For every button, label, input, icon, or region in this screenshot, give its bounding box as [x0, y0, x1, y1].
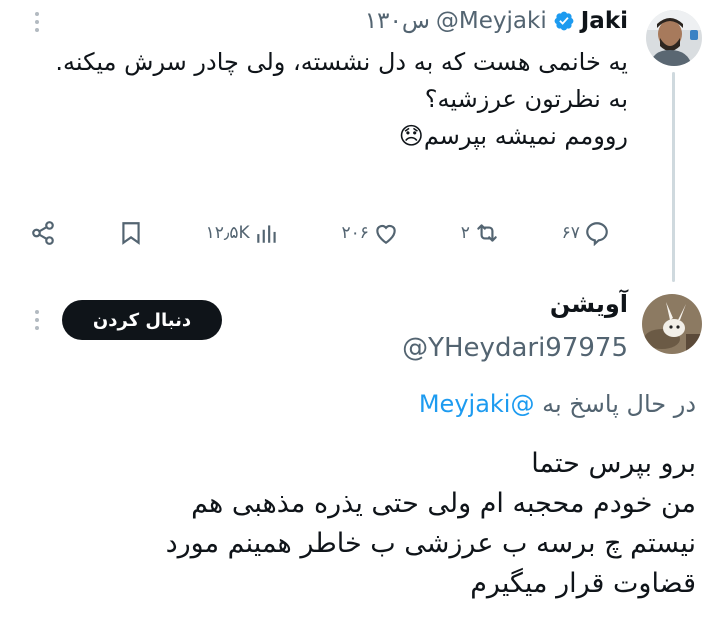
verified-badge-icon — [554, 11, 574, 31]
replying-to-line: در حال پاسخ به @Meyjaki — [419, 390, 696, 418]
retweet-button[interactable]: ۲ — [461, 220, 500, 246]
replying-to-prefix: در حال پاسخ به — [542, 390, 696, 418]
reply-author-avatar[interactable] — [642, 294, 702, 354]
share-icon — [32, 221, 54, 245]
reply-button[interactable]: ۶۷ — [562, 220, 610, 246]
reply-more-button[interactable] — [35, 310, 39, 330]
tweet-author-name[interactable]: Jaki — [581, 8, 628, 34]
tweet-time[interactable]: ۱۳۰س — [365, 8, 430, 34]
tweet-text: یه خانمی هست که به دل نشسته، ولی چادر سر… — [55, 48, 628, 150]
heart-icon — [376, 224, 396, 245]
thread-connector — [672, 72, 675, 282]
reply-author-handle[interactable]: @YHeydari97975 — [402, 333, 628, 363]
bookmark-icon — [122, 222, 140, 245]
tweet-actions: ۱۲٫۵K ۲۰۶ ۲ ۶۷ — [30, 220, 610, 246]
follow-button[interactable]: دنبال کردن — [62, 300, 222, 340]
like-button[interactable]: ۲۰۶ — [342, 220, 399, 246]
analytics-icon — [256, 225, 276, 243]
reply-icon — [586, 222, 608, 246]
reply-author-name[interactable]: آویشن — [550, 290, 628, 318]
like-count: ۲۰۶ — [341, 223, 369, 243]
bookmark-button[interactable] — [118, 220, 144, 246]
tweet-author-handle[interactable]: @Meyjaki — [436, 8, 547, 34]
share-button[interactable] — [30, 220, 56, 246]
tweet-more-button[interactable] — [35, 12, 39, 32]
tweet-header: Jaki @Meyjaki ۱۳۰س — [365, 8, 628, 34]
reply-count: ۶۷ — [561, 223, 580, 243]
views-count: ۱۲٫۵K — [205, 223, 250, 243]
retweet-icon — [477, 224, 497, 242]
replying-to-mention[interactable]: @Meyjaki — [419, 390, 535, 418]
tweet-author-avatar[interactable] — [646, 10, 702, 66]
views-button[interactable]: ۱۲٫۵K — [206, 220, 280, 246]
reply-text: برو بپرس حتما من خودم محجبه ام ولی حتی ی… — [165, 448, 696, 599]
retweet-count: ۲ — [460, 223, 470, 243]
